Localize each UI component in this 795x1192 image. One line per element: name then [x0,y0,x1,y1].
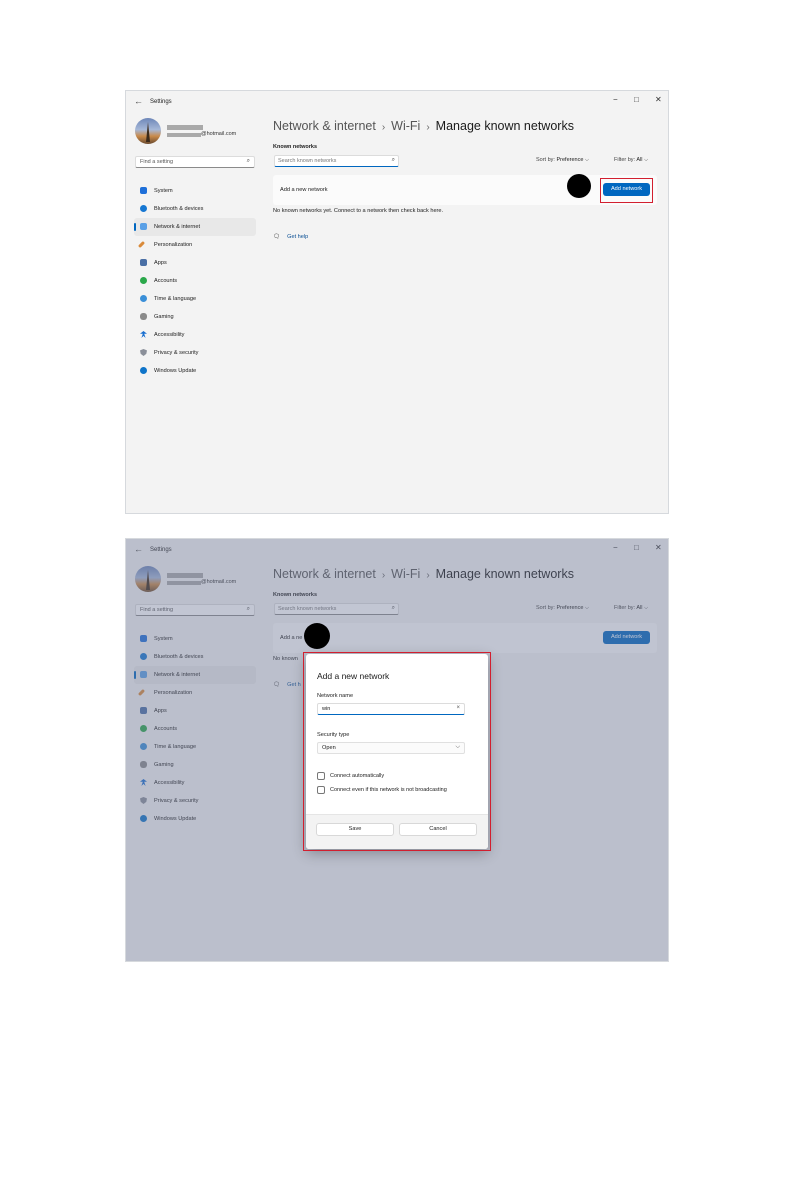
highlight-box [600,178,653,203]
search-known-networks-input[interactable]: Search known networks ⌕ [274,155,399,167]
search-known-networks-placeholder: Search known networks [278,158,337,164]
filter-dropdown[interactable]: Filter by: All ⌵ [614,157,648,164]
sidebar-item-accounts[interactable]: Accounts [134,272,256,290]
accessibility-icon [140,331,147,338]
sidebar-item-network[interactable]: Network & internet [134,218,256,236]
shield-icon [140,349,147,356]
wifi-icon [140,223,147,230]
app-title: Settings [150,99,172,105]
sidebar-item-personalization[interactable]: Personalization [134,236,256,254]
chevron-right-icon: › [426,122,430,133]
title-bar: ← Settings − □ ✕ [126,91,668,115]
empty-message: No known networks yet. Connect to a netw… [273,208,444,214]
sidebar-item-system[interactable]: System [134,182,256,200]
breadcrumb: Network & internet › Wi-Fi › Manage known ne… [273,119,574,133]
chevron-right-icon: › [381,122,386,133]
minimize-button[interactable]: − [613,95,618,104]
breadcrumb-wifi[interactable]: Wi-Fi [391,119,420,133]
back-arrow-icon[interactable]: ← [134,96,143,106]
sidebar-item-accessibility[interactable]: Accessibility [134,326,256,344]
step-marker-circle [304,623,330,649]
sidebar-item-windows-update[interactable]: Windows Update [134,362,256,380]
bluetooth-icon [140,205,147,212]
sidebar-item-apps[interactable]: Apps [134,254,256,272]
page-title: Manage known networks [435,119,574,133]
search-icon: ⌕ [246,158,250,164]
account-name-redacted [167,125,203,130]
breadcrumb-network[interactable]: Network & internet [273,119,376,133]
search-icon: ⌕ [391,157,395,163]
globe-clock-icon [140,295,147,302]
close-button[interactable]: ✕ [655,95,662,104]
account-email-suffix: @hotmail.com [201,131,237,137]
chevron-down-icon: ⌵ [643,157,649,163]
get-help-link[interactable]: 🗨 Get help [273,234,308,240]
sidebar-item-time-language[interactable]: Time & language [134,290,256,308]
update-icon [140,367,147,374]
apps-icon [140,259,147,266]
maximize-button[interactable]: □ [634,95,639,104]
account-email-redacted [167,133,201,137]
settings-window-known-networks: ← Settings − □ ✕ @hotmail.com Find a set… [125,90,669,514]
person-icon [140,277,147,284]
find-setting-input[interactable]: Find a setting ⌕ [135,156,255,168]
sidebar-item-bluetooth[interactable]: Bluetooth & devices [134,200,256,218]
step-marker-circle [567,174,591,198]
gamepad-icon [140,313,147,320]
settings-window-add-network-dialog: ← Settings − □ ✕ @hotmail.com Find a set… [125,538,669,962]
add-new-network-label: Add a new network [280,187,328,193]
highlight-box [303,652,491,851]
chevron-down-icon: ⌵ [584,157,590,163]
eiffel-tower-icon [146,122,150,142]
avatar[interactable] [135,118,161,144]
sidebar-item-privacy[interactable]: Privacy & security [134,344,256,362]
help-chat-icon: 🗨 [273,234,281,240]
system-icon [140,187,147,194]
sidebar-item-gaming[interactable]: Gaming [134,308,256,326]
sidebar-nav: System Bluetooth & devices Network & int… [134,182,256,380]
known-networks-heading: Known networks [273,144,318,150]
find-setting-placeholder: Find a setting [140,159,174,165]
sort-dropdown[interactable]: Sort by: Preference ⌵ [536,157,589,164]
brush-icon [137,240,146,249]
